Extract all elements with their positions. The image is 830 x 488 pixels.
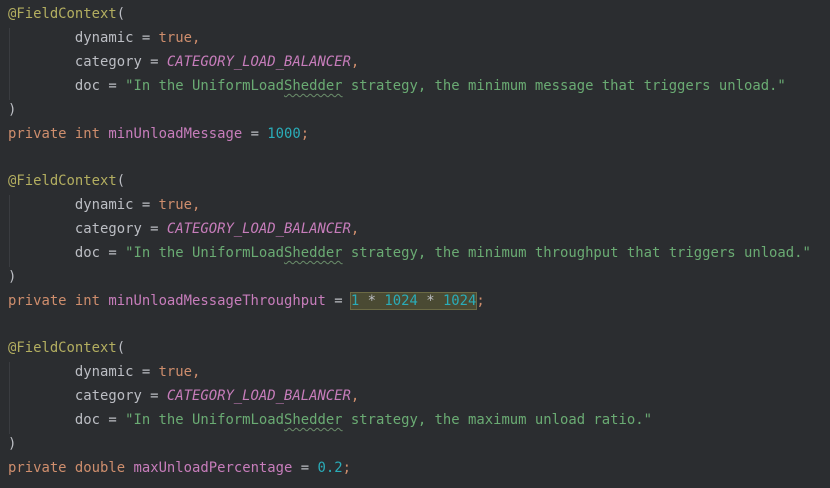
string-literal: strategy, the minimum message that trigg… — [342, 78, 786, 94]
semicolon: ; — [300, 126, 310, 142]
field-name: minUnloadMessage — [108, 126, 243, 142]
operator: = — [100, 78, 126, 94]
operator: = — [141, 54, 167, 70]
modifier-keyword: private — [8, 126, 67, 142]
typo-word[interactable]: Shedder — [284, 78, 343, 94]
operator: = — [133, 364, 159, 380]
code-line[interactable]: doc = "In the UniformLoadShedder strateg… — [8, 74, 786, 98]
string-literal: "In the UniformLoad — [125, 412, 284, 428]
code-line[interactable]: doc = "In the UniformLoadShedder strateg… — [8, 241, 811, 265]
annotation: @FieldContext — [8, 173, 117, 189]
code-line[interactable]: private int minUnloadMessageThroughput =… — [8, 289, 485, 313]
code-line[interactable]: category = CATEGORY_LOAD_BALANCER, — [8, 384, 359, 408]
annotation: @FieldContext — [8, 340, 117, 356]
modifier-keyword: private — [8, 293, 67, 309]
code-editor[interactable]: @FieldContext( dynamic = true, category … — [0, 0, 830, 488]
operator: = — [242, 126, 268, 142]
typo-word[interactable]: Shedder — [284, 412, 343, 428]
comma: , — [350, 54, 360, 70]
bool-literal: true — [158, 197, 192, 213]
comma: , — [350, 388, 360, 404]
param-key: dynamic — [74, 197, 134, 213]
code-line[interactable]: private double maxUnloadPercentage = 0.2… — [8, 456, 351, 480]
param-key: category — [74, 388, 142, 404]
code-line[interactable]: category = CATEGORY_LOAD_BALANCER, — [8, 217, 359, 241]
semicolon: ; — [476, 293, 485, 309]
param-key: dynamic — [74, 364, 134, 380]
type-keyword: int — [74, 293, 101, 309]
paren: ( — [116, 173, 126, 189]
constant: CATEGORY_LOAD_BALANCER — [166, 388, 351, 404]
code-line[interactable]: category = CATEGORY_LOAD_BALANCER, — [8, 50, 359, 74]
paren: ( — [116, 6, 126, 22]
type-keyword: double — [74, 460, 126, 476]
comma: , — [192, 30, 201, 46]
field-name: maxUnloadPercentage — [133, 460, 293, 476]
param-key: category — [74, 221, 142, 237]
semicolon: ; — [342, 460, 351, 476]
param-key: doc — [74, 78, 100, 94]
type-keyword: int — [74, 126, 101, 142]
typo-word[interactable]: Shedder — [284, 245, 343, 261]
operator: * — [417, 293, 443, 309]
code-line[interactable]: dynamic = true, — [8, 26, 200, 50]
code-line[interactable]: ) — [8, 98, 16, 122]
operator: = — [292, 460, 318, 476]
code-line[interactable]: doc = "In the UniformLoadShedder strateg… — [8, 408, 652, 432]
paren: ) — [8, 436, 17, 452]
string-literal: "In the UniformLoad — [125, 78, 284, 94]
annotation: @FieldContext — [8, 6, 117, 22]
paren: ) — [8, 102, 17, 118]
number-literal: 1024 — [384, 293, 418, 309]
string-literal: strategy, the minimum throughput that tr… — [342, 245, 811, 261]
constant: CATEGORY_LOAD_BALANCER — [166, 221, 351, 237]
param-key: dynamic — [74, 30, 134, 46]
string-literal: strategy, the maximum unload ratio." — [342, 412, 652, 428]
code-line[interactable]: private int minUnloadMessage = 1000; — [8, 122, 309, 146]
operator: = — [325, 293, 351, 309]
operator: = — [133, 197, 159, 213]
field-name: minUnloadMessageThroughput — [108, 293, 326, 309]
comma: , — [192, 364, 201, 380]
comma: , — [192, 197, 201, 213]
operator: = — [141, 221, 167, 237]
number-literal: 1024 — [442, 293, 477, 309]
param-key: doc — [74, 412, 100, 428]
code-line[interactable]: @FieldContext( — [8, 336, 125, 360]
paren: ( — [116, 340, 126, 356]
code-line[interactable]: ) — [8, 432, 16, 456]
param-key: category — [74, 54, 142, 70]
modifier-keyword: private — [8, 460, 67, 476]
operator: = — [141, 388, 167, 404]
code-line[interactable]: dynamic = true, — [8, 193, 200, 217]
operator: * — [359, 293, 385, 309]
operator: = — [100, 412, 126, 428]
param-key: doc — [74, 245, 100, 261]
number-literal: 1000 — [267, 126, 301, 142]
paren: ) — [8, 269, 17, 285]
code-line[interactable]: @FieldContext( — [8, 169, 125, 193]
code-line[interactable]: ) — [8, 265, 16, 289]
operator: = — [100, 245, 126, 261]
bool-literal: true — [158, 364, 192, 380]
code-line[interactable]: @FieldContext( — [8, 2, 125, 26]
string-literal: "In the UniformLoad — [125, 245, 284, 261]
constant: CATEGORY_LOAD_BALANCER — [166, 54, 351, 70]
operator: = — [133, 30, 159, 46]
comma: , — [350, 221, 360, 237]
selected-expression[interactable]: 1 * 1024 * 1024 — [349, 292, 478, 310]
number-literal: 0.2 — [317, 460, 343, 476]
code-line[interactable]: dynamic = true, — [8, 360, 200, 384]
bool-literal: true — [158, 30, 192, 46]
